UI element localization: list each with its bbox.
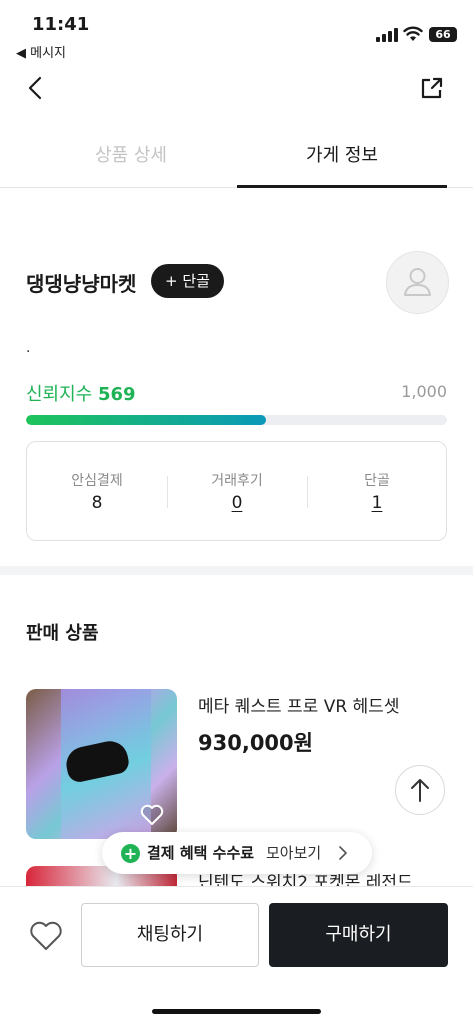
payment-benefit-banner[interactable]: + 결제 혜택 수수료 모아보기 — [102, 832, 372, 874]
status-bar: 11:41 ◀ 메시지 66 — [0, 0, 473, 62]
heart-icon[interactable] — [28, 919, 64, 953]
battery-icon: 66 — [429, 27, 457, 42]
products-section-title: 판매 상품 — [26, 623, 99, 644]
tab-store-info[interactable]: 가게 정보 — [237, 128, 447, 188]
share-icon[interactable] — [418, 74, 446, 102]
chat-button[interactable]: 채팅하기 — [81, 903, 259, 967]
tab-bar: 상품 상세 가게 정보 — [0, 128, 473, 188]
chevron-right-icon — [339, 846, 347, 860]
wifi-icon — [403, 26, 423, 41]
store-stats: 안심결제 8 거래후기 0 단골 1 — [26, 441, 447, 541]
follow-button[interactable]: + 단골 — [151, 264, 224, 298]
arrow-up-icon — [411, 779, 429, 802]
store-description: . — [26, 340, 31, 356]
tab-product-detail[interactable]: 상품 상세 — [26, 128, 236, 188]
store-name: 댕댕냥냥마켓 — [26, 272, 137, 296]
stat-followers[interactable]: 단골 1 — [307, 442, 447, 542]
stat-value[interactable]: 1 — [307, 493, 447, 513]
stat-value[interactable]: 0 — [167, 493, 307, 513]
trust-score-max: 1,000 — [401, 382, 447, 401]
home-indicator — [152, 1009, 321, 1014]
plus-icon: + — [121, 844, 140, 863]
section-divider — [0, 566, 473, 575]
buy-button[interactable]: 구매하기 — [269, 903, 448, 967]
trust-progress-bar — [26, 415, 447, 425]
trust-score-label: 신뢰지수 569 — [26, 380, 136, 406]
stat-value: 8 — [91, 493, 103, 513]
stat-label: 단골 — [364, 473, 390, 489]
promo-text: 모아보기 — [266, 844, 322, 862]
trust-score-value: 569 — [97, 384, 136, 405]
stat-value-link[interactable]: 0 — [232, 493, 243, 513]
promo-strong-text: 결제 혜택 수수료 — [147, 844, 255, 862]
scroll-to-top-button[interactable] — [395, 765, 445, 815]
top-nav — [0, 62, 473, 116]
trust-progress-fill — [26, 415, 266, 425]
product-title[interactable]: 메타 퀘스트 프로 VR 헤드셋 — [198, 692, 399, 717]
status-time: 11:41 — [32, 14, 90, 35]
bottom-action-bar: 채팅하기 구매하기 — [0, 886, 473, 1024]
back-to-app-link[interactable]: ◀ 메시지 — [16, 42, 66, 61]
stat-label: 거래후기 — [211, 473, 263, 489]
trust-label-text: 신뢰지수 — [26, 384, 93, 405]
product-price: 930,000원 — [198, 731, 313, 755]
user-icon — [404, 268, 431, 296]
heart-icon[interactable] — [139, 803, 165, 827]
signal-icon — [376, 28, 398, 42]
stat-label: 안심결제 — [71, 473, 123, 489]
stat-value-link[interactable]: 1 — [372, 493, 383, 513]
stat-reviews[interactable]: 거래후기 0 — [167, 442, 307, 542]
avatar[interactable] — [386, 251, 449, 314]
stat-safe-payment: 안심결제 8 — [27, 442, 167, 542]
chevron-left-icon[interactable] — [22, 74, 50, 102]
